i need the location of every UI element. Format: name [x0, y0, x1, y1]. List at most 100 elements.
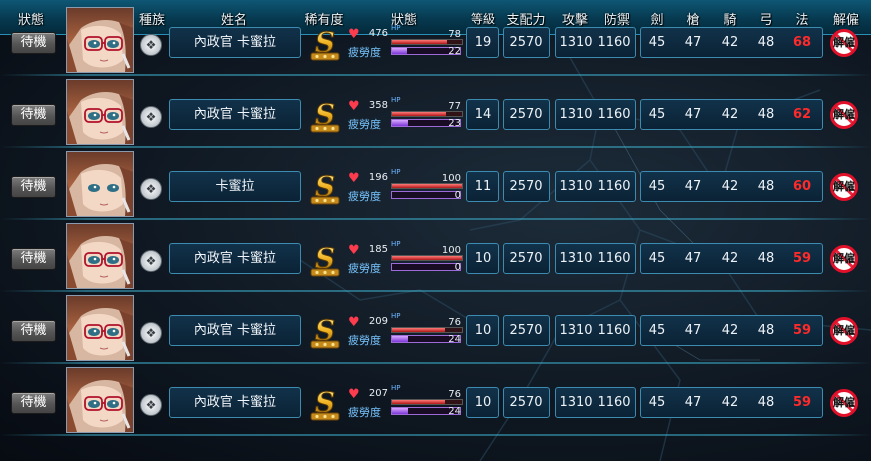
level-value: 10	[474, 323, 492, 338]
magic-value: 59	[792, 251, 812, 266]
dismiss-label: 解僱	[833, 396, 855, 409]
dominance-value: 2570	[509, 107, 543, 122]
table-row[interactable]: 待機 內政官 卡蜜拉	[0, 292, 871, 364]
svg-text:S: S	[315, 98, 335, 131]
race-emblem-icon	[140, 106, 162, 128]
cavalry-value: 42	[721, 323, 739, 338]
level-value: 10	[474, 251, 492, 266]
bow-value: 48	[757, 251, 775, 266]
status-button[interactable]: 待機	[11, 320, 56, 342]
fatigue-label: 疲勞度	[348, 406, 381, 419]
character-portrait[interactable]	[66, 367, 134, 433]
defense-value: 1160	[597, 395, 631, 410]
heart-icon: ♥	[348, 243, 360, 258]
race-emblem-icon	[140, 394, 162, 416]
dominance-value: 2570	[509, 323, 543, 338]
race-emblem-icon	[140, 250, 162, 272]
dismiss-button[interactable]: 解僱	[830, 389, 858, 417]
magic-value: 68	[792, 35, 812, 50]
svg-text:S: S	[315, 314, 335, 347]
fatigue-value: 0	[454, 190, 461, 201]
table-row[interactable]: 待機 內政官 卡蜜拉	[0, 364, 871, 436]
fatigue-value: 23	[448, 118, 461, 129]
fatigue-bar-fill	[392, 120, 408, 126]
s-rarity-icon: S	[307, 241, 343, 279]
sword-value: 45	[648, 179, 666, 194]
bow-value: 48	[757, 35, 775, 50]
sword-value: 45	[648, 35, 666, 50]
status-button[interactable]: 待機	[11, 392, 56, 414]
character-name[interactable]: 內政官 卡蜜拉	[169, 243, 301, 274]
status-button[interactable]: 待機	[11, 32, 56, 54]
attack-value: 1310	[559, 179, 593, 194]
level-value: 14	[474, 107, 492, 122]
dismiss-button[interactable]: 解僱	[830, 101, 858, 129]
defense-value: 1160	[597, 35, 631, 50]
dominance-value: 2570	[509, 179, 543, 194]
character-portrait[interactable]	[66, 295, 134, 361]
hp-bar-fill	[392, 256, 462, 260]
dismiss-button[interactable]: 解僱	[830, 317, 858, 345]
dismiss-button[interactable]: 解僱	[830, 173, 858, 201]
spear-value: 47	[684, 107, 702, 122]
hp-bar-fill	[392, 328, 446, 332]
dismiss-label: 解僱	[833, 324, 855, 337]
dominance-value: 2570	[509, 35, 543, 50]
hp-value: 100	[441, 173, 461, 184]
heart-icon: ♥	[348, 315, 360, 330]
affection-value: 207	[368, 388, 388, 399]
bow-value: 48	[757, 179, 775, 194]
hp-label: HP	[391, 384, 401, 392]
character-name[interactable]: 內政官 卡蜜拉	[169, 387, 301, 418]
hp-bar-fill	[392, 40, 447, 44]
character-portrait[interactable]	[66, 79, 134, 145]
table-row[interactable]: 待機 內政官 卡蜜拉	[0, 220, 871, 292]
dismiss-button[interactable]: 解僱	[830, 245, 858, 273]
fatigue-label: 疲勞度	[348, 118, 381, 131]
dismiss-button[interactable]: 解僱	[830, 29, 858, 57]
level-value: 19	[474, 35, 492, 50]
hp-value: 77	[448, 101, 461, 112]
affection-value: 209	[368, 316, 388, 327]
dismiss-label: 解僱	[833, 252, 855, 265]
fatigue-value: 24	[448, 406, 461, 417]
table-row[interactable]: 待機 內政官 卡蜜拉	[0, 4, 871, 76]
sword-value: 45	[648, 107, 666, 122]
status-button[interactable]: 待機	[11, 176, 56, 198]
hp-value: 76	[448, 389, 461, 400]
race-emblem-icon	[140, 322, 162, 344]
row-divider	[0, 434, 871, 436]
race-emblem-icon	[140, 178, 162, 200]
hp-bar-fill	[392, 400, 446, 404]
character-name[interactable]: 內政官 卡蜜拉	[169, 27, 301, 58]
hp-bar-fill	[392, 112, 446, 116]
fatigue-bar-fill	[392, 48, 407, 54]
character-portrait[interactable]	[66, 223, 134, 289]
table-row[interactable]: 待機 內政官 卡蜜拉	[0, 76, 871, 148]
attack-value: 1310	[559, 35, 593, 50]
character-name[interactable]: 卡蜜拉	[169, 171, 301, 202]
defense-value: 1160	[597, 179, 631, 194]
spear-value: 47	[684, 323, 702, 338]
hp-label: HP	[391, 24, 401, 32]
status-button[interactable]: 待機	[11, 248, 56, 270]
cavalry-value: 42	[721, 251, 739, 266]
svg-text:S: S	[315, 170, 335, 203]
table-row[interactable]: 待機 卡蜜拉 S ♥ 196 HP	[0, 148, 871, 220]
level-value: 10	[474, 395, 492, 410]
heart-icon: ♥	[348, 27, 360, 42]
affection-value: 185	[368, 244, 388, 255]
affection-value: 476	[368, 28, 388, 39]
hp-value: 78	[448, 29, 461, 40]
character-name[interactable]: 內政官 卡蜜拉	[169, 99, 301, 130]
svg-text:S: S	[315, 26, 335, 59]
status-button[interactable]: 待機	[11, 104, 56, 126]
character-portrait[interactable]	[66, 151, 134, 217]
attack-value: 1310	[559, 323, 593, 338]
cavalry-value: 42	[721, 107, 739, 122]
race-emblem-icon	[140, 34, 162, 56]
sword-value: 45	[648, 251, 666, 266]
cavalry-value: 42	[721, 179, 739, 194]
character-portrait[interactable]	[66, 7, 134, 73]
character-name[interactable]: 內政官 卡蜜拉	[169, 315, 301, 346]
